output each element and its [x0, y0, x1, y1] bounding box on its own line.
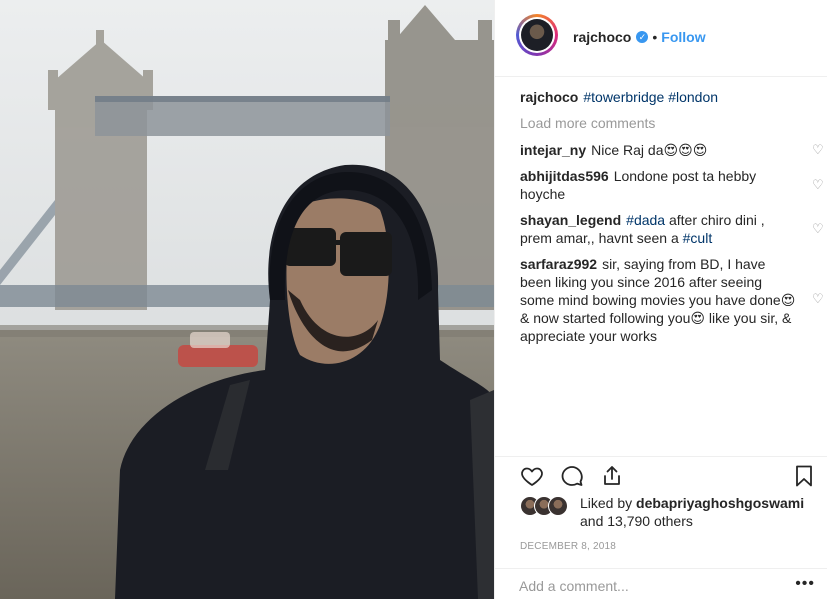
comment-item: sarfaraz992 sir, saying from BD, I have b…: [520, 255, 824, 345]
comment-icon[interactable]: [560, 464, 584, 488]
liked-by-user[interactable]: debapriyaghoshgoswami: [636, 495, 804, 511]
comment-item: abhijitdas596 Londone post ta hebby hoych…: [520, 167, 824, 203]
post-header: rajchoco ✓ • Follow: [495, 0, 827, 77]
author-avatar[interactable]: [516, 14, 558, 56]
comments-list: rajchoco #towerbridge #london Load more c…: [520, 88, 824, 353]
comment-item: shayan_legend #dada after chiro dini , pr…: [520, 211, 824, 247]
likes-summary: Liked by debapriyaghoshgoswami and 13,79…: [520, 494, 820, 534]
hashtag-link[interactable]: #cult: [683, 230, 713, 246]
add-comment-bar: •••: [495, 568, 827, 600]
action-bar: [495, 456, 827, 493]
comment-username[interactable]: intejar_ny: [520, 142, 586, 158]
post-date: December 8, 2018: [520, 541, 617, 552]
heart-icon[interactable]: [520, 464, 544, 488]
bookmark-icon[interactable]: [792, 464, 816, 488]
likes-count[interactable]: and 13,790 others: [580, 513, 693, 529]
caption: rajchoco #towerbridge #london: [520, 88, 820, 106]
comment-text: Nice Raj da😍😍😍: [591, 142, 708, 158]
likers-avatars[interactable]: [520, 496, 572, 516]
more-options-icon[interactable]: •••: [795, 575, 815, 593]
caption-username[interactable]: rajchoco: [520, 89, 578, 105]
likes-text: Liked by debapriyaghoshgoswami and 13,79…: [580, 494, 820, 530]
hashtag-link[interactable]: #dada: [626, 212, 665, 228]
comment-item: intejar_ny Nice Raj da😍😍😍 ♡: [520, 141, 824, 159]
liked-by-prefix: Liked by: [580, 495, 637, 511]
comment-like-heart-icon[interactable]: ♡: [812, 143, 824, 156]
verified-badge-icon: ✓: [636, 31, 649, 43]
separator-dot: •: [652, 29, 658, 45]
comment-like-heart-icon[interactable]: ♡: [812, 292, 824, 305]
comment-username[interactable]: shayan_legend: [520, 212, 621, 228]
post-panel: rajchoco ✓ • Follow rajchoco #towerbridge…: [494, 0, 827, 599]
comment-like-heart-icon[interactable]: ♡: [812, 222, 824, 235]
comment-like-heart-icon[interactable]: ♡: [812, 178, 824, 191]
add-comment-input[interactable]: [519, 578, 779, 594]
author-username[interactable]: rajchoco: [573, 28, 631, 46]
post-photo: [0, 0, 494, 599]
comment-username[interactable]: abhijitdas596: [520, 168, 609, 184]
hashtag-link[interactable]: #london: [668, 89, 718, 105]
share-icon[interactable]: [600, 464, 624, 488]
comment-username[interactable]: sarfaraz992: [520, 256, 597, 272]
follow-button[interactable]: Follow: [661, 28, 705, 46]
load-more-comments-button[interactable]: Load more comments: [520, 114, 820, 132]
hashtag-link[interactable]: #towerbridge: [583, 89, 664, 105]
